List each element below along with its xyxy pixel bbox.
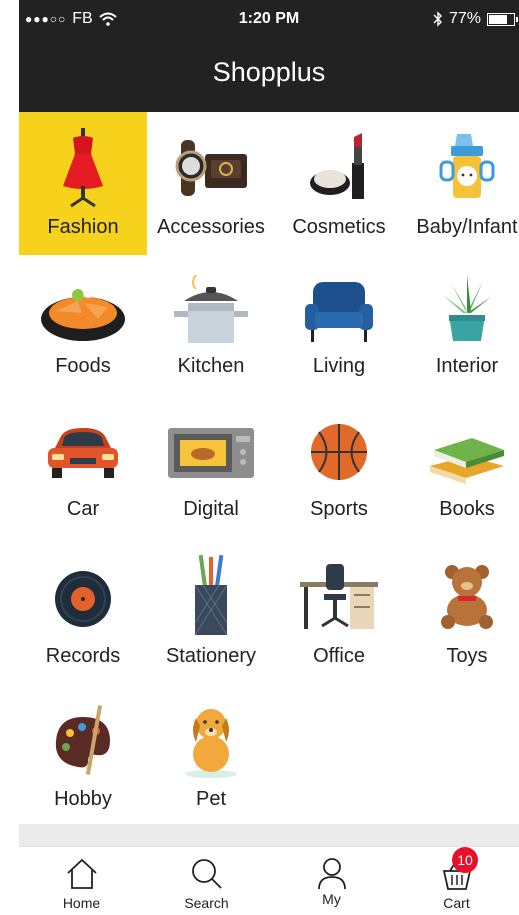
category-label: Office	[313, 645, 365, 667]
category-label: Books	[439, 498, 495, 520]
nav-home[interactable]: Home	[19, 847, 144, 915]
category-row: Car Digital Sports Books	[19, 398, 519, 541]
microwave-icon	[168, 428, 254, 478]
category-kitchen[interactable]: Kitchen	[147, 255, 275, 398]
nav-search[interactable]: Search	[144, 847, 269, 915]
nav-label: Home	[62, 895, 101, 911]
category-office[interactable]: Office	[275, 541, 403, 684]
bluetooth-icon	[433, 11, 442, 27]
battery-percent: 77%	[448, 10, 481, 27]
battery-icon	[487, 12, 518, 26]
search-icon	[191, 859, 222, 889]
category-label: Living	[312, 355, 366, 377]
category-row: Fashion Accessories Cosmetics Baby/Infan…	[19, 112, 519, 255]
category-label: Interior	[435, 355, 499, 377]
category-toys[interactable]: Toys	[403, 541, 519, 684]
category-hobby[interactable]: Hobby	[19, 684, 147, 827]
category-records[interactable]: Records	[19, 541, 147, 684]
office-desk-icon	[300, 564, 378, 629]
category-baby-infant[interactable]: Baby/Infant	[403, 112, 519, 255]
category-cosmetics[interactable]: Cosmetics	[275, 112, 403, 255]
nav-label: Search	[184, 895, 229, 911]
page-title: Shopplus	[212, 57, 326, 87]
category-label: Foods	[55, 355, 111, 377]
category-digital[interactable]: Digital	[147, 398, 275, 541]
category-label: Stationery	[165, 645, 257, 667]
sofa-icon	[305, 282, 373, 342]
nav-label: My	[322, 891, 341, 907]
status-bar: ●●●○○ FB 1:20 PM 77%	[19, 0, 519, 40]
category-label: Baby/Infant	[416, 216, 518, 238]
sippy-cup-icon	[439, 134, 495, 198]
content-footer-strip	[19, 824, 519, 846]
category-label: Cosmetics	[292, 216, 386, 238]
dog-icon	[185, 709, 237, 778]
category-label: Digital	[183, 498, 239, 520]
category-label: Fashion	[47, 216, 119, 238]
category-row: Records Stationery Office Toys	[19, 541, 519, 684]
lipstick-icon	[310, 133, 364, 199]
home-icon	[66, 858, 97, 889]
bottom-nav: Home Search My 10 Cart	[19, 846, 519, 915]
category-stationery[interactable]: Stationery	[147, 541, 275, 684]
category-label: Toys	[446, 645, 488, 667]
car-icon	[48, 428, 118, 478]
category-pet[interactable]: Pet	[147, 684, 275, 827]
category-label: Pet	[195, 788, 227, 810]
category-label: Kitchen	[177, 355, 245, 377]
dress-icon	[63, 128, 103, 208]
category-interior[interactable]: Interior	[403, 255, 519, 398]
app-screen: ●●●○○ FB 1:20 PM 77% Shopplus Fashion Ac…	[19, 0, 519, 915]
watch-icon	[175, 140, 247, 196]
nav-my[interactable]: My	[269, 847, 394, 915]
category-row: Hobby Pet	[19, 684, 519, 827]
left-gutter	[0, 0, 19, 915]
category-foods[interactable]: Foods	[19, 255, 147, 398]
nav-cart[interactable]: 10 Cart	[394, 847, 519, 915]
category-row: Foods Kitchen Living Interior	[19, 255, 519, 398]
pencil-cup-icon	[194, 555, 228, 636]
nav-label: Cart	[443, 895, 470, 911]
category-living[interactable]: Living	[275, 255, 403, 398]
books-icon	[430, 438, 504, 484]
category-books[interactable]: Books	[403, 398, 519, 541]
vinyl-record-icon	[55, 571, 111, 627]
category-label: Accessories	[157, 216, 265, 238]
category-car[interactable]: Car	[19, 398, 147, 541]
category-grid: Fashion Accessories Cosmetics Baby/Infan…	[19, 112, 519, 827]
category-label: Sports	[310, 498, 368, 520]
pot-icon	[174, 274, 248, 343]
plant-icon	[443, 275, 491, 341]
category-label: Records	[45, 645, 121, 667]
user-icon	[317, 858, 346, 890]
category-label: Hobby	[54, 788, 112, 810]
basketball-icon	[311, 424, 367, 480]
cart-count-badge: 10	[452, 847, 478, 873]
category-label: Car	[66, 498, 100, 520]
paint-palette-icon	[55, 705, 110, 775]
category-fashion[interactable]: Fashion	[19, 112, 147, 255]
category-sports[interactable]: Sports	[275, 398, 403, 541]
app-header: Shopplus	[19, 40, 519, 112]
food-plate-icon	[41, 288, 125, 341]
teddy-bear-icon	[441, 565, 493, 629]
category-accessories[interactable]: Accessories	[147, 112, 275, 255]
